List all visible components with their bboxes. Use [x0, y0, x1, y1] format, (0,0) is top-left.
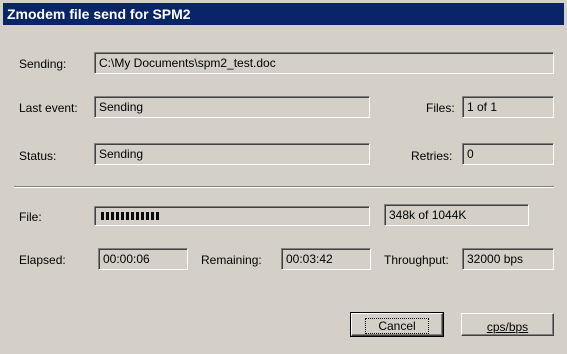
remaining-label: Remaining: [201, 253, 262, 267]
throughput-field: 32000 bps [462, 248, 554, 270]
progress-block [156, 212, 159, 220]
sending-path-field: C:\My Documents\spm2_test.doc [94, 52, 554, 74]
cancel-button[interactable]: Cancel [350, 312, 444, 337]
progress-block [101, 212, 104, 220]
file-progress-fill [101, 212, 159, 220]
file-size-field: 348k of 1044K [384, 204, 529, 226]
window-title: Zmodem file send for SPM2 [3, 3, 564, 25]
status-field: Sending [94, 143, 370, 165]
cps-bps-button-label: cps/bps [486, 319, 529, 334]
progress-block [136, 212, 139, 220]
progress-block [111, 212, 114, 220]
elapsed-field: 00:00:06 [98, 248, 188, 270]
progress-block [131, 212, 134, 220]
file-progress-bar [94, 206, 370, 226]
retries-label: Retries: [411, 149, 453, 163]
last-event-field: Sending [94, 96, 370, 118]
separator [14, 186, 554, 188]
retries-field: 0 [462, 143, 554, 165]
progress-block [146, 212, 149, 220]
status-label: Status: [19, 149, 57, 163]
progress-block [106, 212, 109, 220]
zmodem-dialog: Zmodem file send for SPM2 Sending: C:\My… [0, 0, 567, 354]
progress-block [121, 212, 124, 220]
progress-block [116, 212, 119, 220]
sending-label: Sending: [19, 57, 67, 71]
throughput-label: Throughput: [384, 253, 449, 267]
files-field: 1 of 1 [462, 96, 554, 118]
progress-block [141, 212, 144, 220]
remaining-field: 00:03:42 [281, 248, 371, 270]
cps-bps-button[interactable]: cps/bps [461, 313, 554, 336]
elapsed-label: Elapsed: [19, 253, 66, 267]
progress-block [126, 212, 129, 220]
file-label: File: [19, 210, 42, 224]
last-event-label: Last event: [19, 101, 78, 115]
cancel-button-label: Cancel [365, 318, 429, 334]
files-label: Files: [426, 101, 455, 115]
progress-block [151, 212, 154, 220]
